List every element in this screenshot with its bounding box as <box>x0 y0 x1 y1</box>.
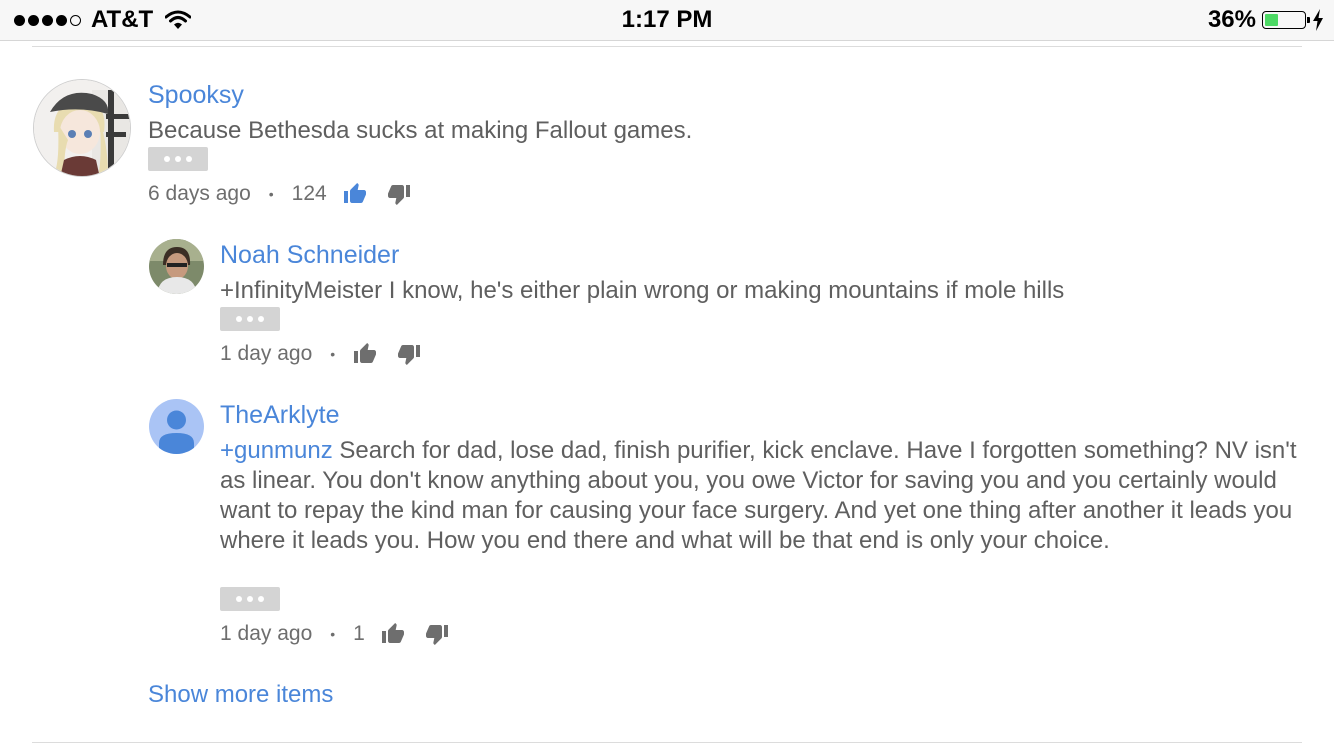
status-bar: AT&T 1:17 PM 36% <box>0 0 1334 41</box>
more-horizontal-icon <box>164 156 170 162</box>
comment-author[interactable]: Spooksy <box>148 80 244 110</box>
comment-timestamp: 6 days ago <box>148 182 251 205</box>
reply-text: +InfinityMeister I know, he's either pla… <box>220 277 1065 304</box>
comment-meta: 6 days ago • 124 <box>148 179 411 209</box>
more-options-button[interactable] <box>220 587 280 611</box>
more-options-button[interactable] <box>148 147 208 171</box>
mention-link[interactable]: +gunmunz <box>220 437 333 464</box>
status-left: AT&T <box>14 6 192 34</box>
reply-meta: 1 day ago • 1 <box>220 619 449 649</box>
reply-timestamp: 1 day ago <box>220 342 313 365</box>
avatar[interactable] <box>149 239 204 294</box>
battery-percent: 36% <box>1207 6 1256 33</box>
carrier-name: AT&T <box>91 6 154 33</box>
like-count: 1 <box>353 622 365 645</box>
thumbs-down-icon[interactable] <box>397 342 421 366</box>
reply-meta: 1 day ago • <box>220 339 421 369</box>
reply-author[interactable]: TheArklyte <box>220 400 339 430</box>
bottom-divider <box>32 742 1302 743</box>
avatar[interactable] <box>149 399 204 454</box>
show-more-items-link[interactable]: Show more items <box>148 680 333 710</box>
meta-separator: • <box>330 626 336 642</box>
battery-icon <box>1262 11 1310 29</box>
thumbs-up-icon[interactable] <box>353 342 377 366</box>
reply-author[interactable]: Noah Schneider <box>220 240 399 270</box>
meta-separator: • <box>330 346 336 362</box>
battery-level-fill <box>1265 14 1278 26</box>
reply-text: +gunmunz Search for dad, lose dad, finis… <box>220 436 1298 556</box>
like-count: 124 <box>291 182 327 205</box>
meta-separator: • <box>268 186 274 202</box>
charging-bolt-icon <box>1313 9 1323 31</box>
reply-body: Search for dad, lose dad, finish purifie… <box>220 437 1297 554</box>
avatar-image <box>149 239 204 294</box>
status-time: 1:17 PM <box>621 6 713 33</box>
more-horizontal-icon <box>236 596 242 602</box>
more-horizontal-icon <box>236 316 242 322</box>
avatar-image <box>34 80 130 176</box>
comment-text: Because Bethesda sucks at making Fallout… <box>148 117 693 144</box>
status-right: 36% <box>1208 6 1324 34</box>
reply-timestamp: 1 day ago <box>220 622 313 645</box>
top-divider <box>32 46 1302 47</box>
thumbs-up-icon[interactable] <box>381 622 405 646</box>
default-user-icon <box>149 399 204 454</box>
avatar[interactable] <box>33 79 131 177</box>
thumbs-down-icon[interactable] <box>425 622 449 646</box>
cell-signal-icon <box>14 14 81 26</box>
wifi-icon <box>165 10 192 29</box>
thumbs-down-icon[interactable] <box>387 182 411 206</box>
more-options-button[interactable] <box>220 307 280 331</box>
thumbs-up-icon[interactable] <box>343 182 367 206</box>
